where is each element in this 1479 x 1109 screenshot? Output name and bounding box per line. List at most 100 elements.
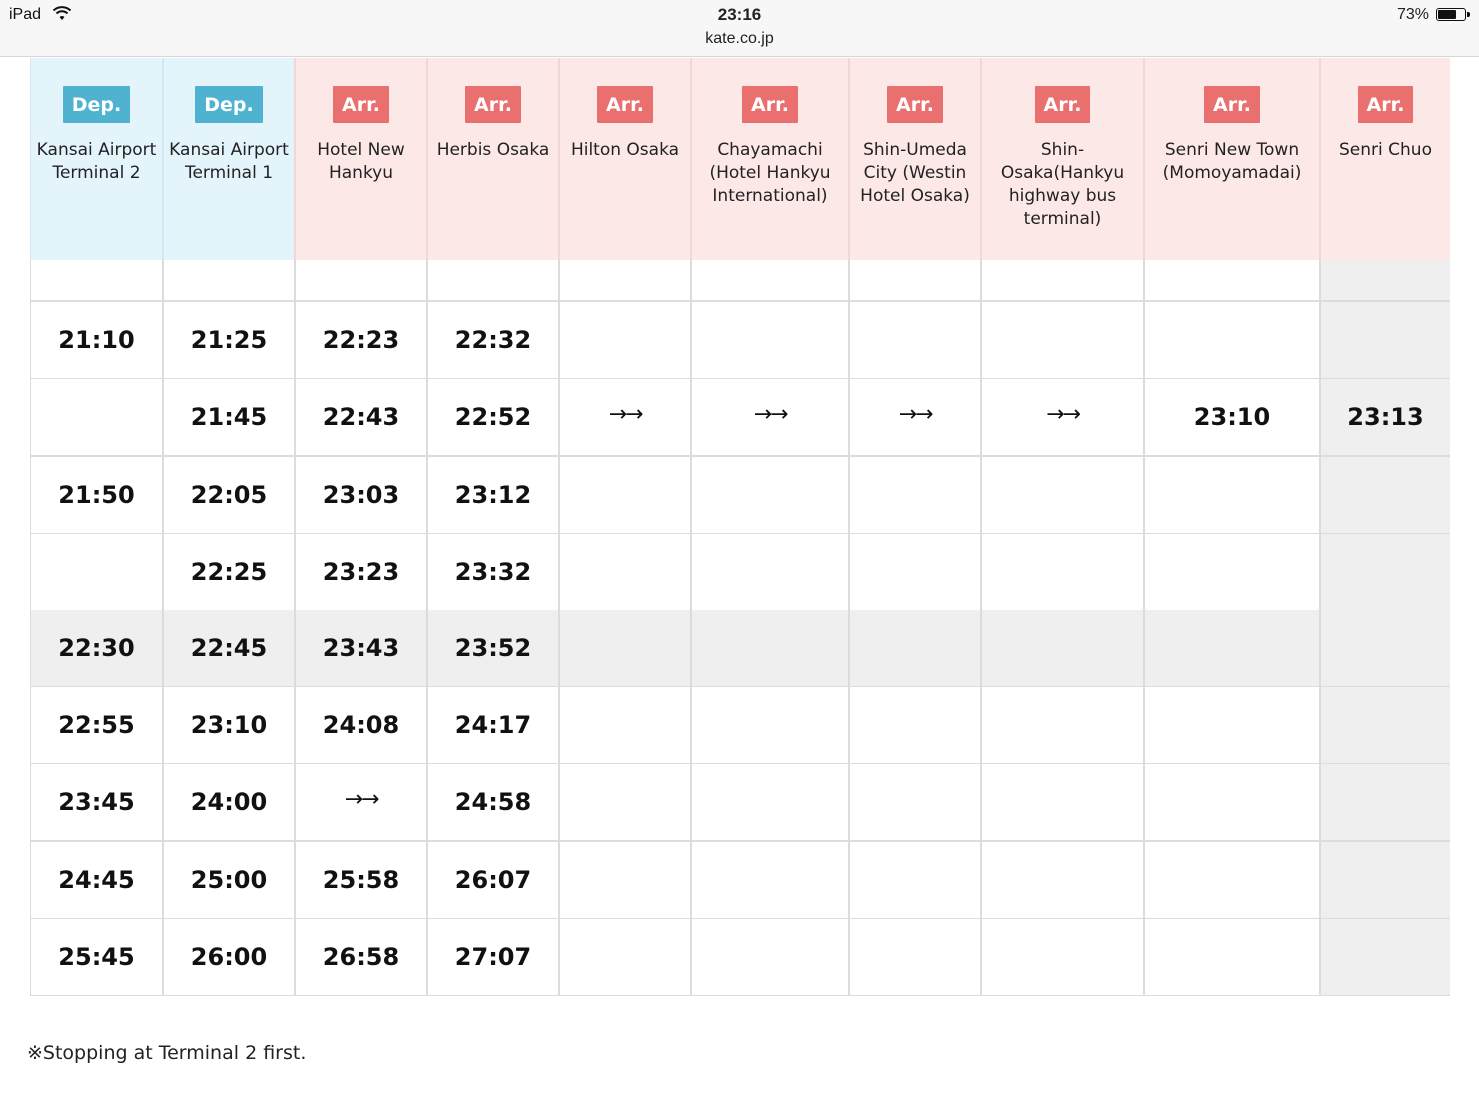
table-cell [980, 687, 1143, 763]
battery-icon [1436, 8, 1470, 21]
table-cell: 23:52 [426, 610, 558, 686]
time-value: 22:52 [454, 403, 532, 431]
time-value: 22:25 [190, 558, 268, 586]
table-cell: 23:45 [30, 764, 162, 840]
table-cell [1319, 842, 1450, 918]
table-cell: 25:45 [30, 919, 162, 995]
time-value: 24:08 [322, 711, 400, 739]
table-cell [848, 457, 980, 533]
battery-percent: 73% [1397, 6, 1430, 23]
table-cell [1143, 687, 1319, 763]
table-cell [1319, 610, 1450, 686]
time-value: 24:17 [454, 711, 532, 739]
table-row: 25:45 26:00 26:58 27:07 [30, 919, 1450, 996]
table-cell: 22:05 [162, 457, 294, 533]
table-cell: 23:10 [1143, 379, 1319, 455]
time-value: 24:00 [190, 788, 268, 816]
address-bar[interactable]: kate.co.jp [0, 30, 1479, 48]
table-cell [690, 302, 848, 378]
arrival-badge: Arr. [1357, 86, 1414, 123]
time-value: 25:00 [190, 866, 268, 894]
table-cell: 27:07 [426, 919, 558, 995]
timetable: 21:0522:0322:12→→→→→→22:2621:1021:2522:2… [30, 58, 1450, 996]
arrival-badge: Arr. [1034, 86, 1091, 123]
table-cell: 22:32 [426, 302, 558, 378]
arrival-badge: Arr. [465, 86, 521, 123]
column-header-5: Arr. Hilton Osaka [558, 58, 690, 260]
table-cell [1319, 919, 1450, 995]
column-header-8: Arr. Shin-Osaka(Hankyu highway bus termin… [980, 58, 1143, 260]
table-row: 22:30 22:45 23:43 23:52 [30, 610, 1450, 688]
table-cell: 24:58 [426, 764, 558, 840]
time-value: 23:13 [1347, 403, 1424, 431]
time-value: 22:23 [322, 326, 400, 354]
table-cell [980, 302, 1143, 378]
departure-badge: Dep. [195, 86, 263, 123]
table-cell: 26:07 [426, 842, 558, 918]
table-cell [558, 842, 690, 918]
stop-name: Senri Chuo [1339, 140, 1432, 160]
table-cell [558, 919, 690, 995]
table-cell [30, 534, 162, 610]
time-value: 26:00 [190, 943, 268, 971]
table-row: 21:45 22:43 22:52 →→ →→ →→ →→ 23:10 23:13 [30, 379, 1450, 457]
column-header-1: Dep. Kansai Airport Terminal 2 [30, 58, 162, 260]
table-row: 24:45 25:00 25:58 26:07 [30, 842, 1450, 920]
timetable-header: Dep. Kansai Airport Terminal 2 Dep. Kansai … [30, 58, 1450, 260]
table-cell: 22:43 [294, 379, 426, 455]
table-cell [1319, 687, 1450, 763]
arrival-badge: Arr. [333, 86, 389, 123]
table-cell [1143, 610, 1319, 686]
table-cell [980, 919, 1143, 995]
time-value: 26:58 [322, 943, 400, 971]
table-row: 21:50 22:05 23:03 23:12 [30, 457, 1450, 535]
time-value: 24:58 [454, 788, 532, 816]
pass-through-arrow-icon: →→ [1046, 401, 1081, 427]
column-header-7: Arr. Shin-Umeda City (Westin Hotel Osaka) [848, 58, 980, 260]
pass-through-arrow-icon: →→ [608, 401, 644, 427]
table-cell [1143, 534, 1319, 610]
stop-name: Kansai Airport Terminal 2 [36, 140, 157, 183]
table-cell [848, 919, 980, 995]
table-cell: 23:23 [294, 534, 426, 610]
table-cell [1319, 534, 1450, 610]
table-cell [558, 302, 690, 378]
arrival-badge: Arr. [887, 86, 943, 123]
table-cell [690, 919, 848, 995]
stop-name: Herbis Osaka [436, 140, 550, 160]
time-value: 23:12 [454, 481, 532, 509]
table-cell: →→ [980, 379, 1143, 455]
time-value: 22:30 [58, 634, 135, 662]
table-cell [848, 610, 980, 686]
table-cell [848, 764, 980, 840]
table-cell: 24:45 [30, 842, 162, 918]
table-cell [690, 610, 848, 686]
departure-badge: Dep. [62, 86, 131, 123]
table-row: 22:55 23:10 24:08 24:17 [30, 687, 1450, 765]
time-value: 23:10 [1193, 403, 1271, 431]
table-cell [1143, 457, 1319, 533]
table-cell: 23:10 [162, 687, 294, 763]
table-cell: 21:25 [162, 302, 294, 378]
table-cell: 24:00 [162, 764, 294, 840]
table-cell [980, 764, 1143, 840]
column-header-9: Arr. Senri New Town (Momoyamadai) [1143, 58, 1319, 260]
table-cell: →→ [558, 379, 690, 455]
table-cell [848, 687, 980, 763]
table-cell [558, 534, 690, 610]
table-cell [1319, 457, 1450, 533]
time-value: 23:10 [190, 711, 268, 739]
time-value: 23:03 [322, 481, 400, 509]
pass-through-arrow-icon: →→ [344, 786, 380, 812]
table-cell: 25:00 [162, 842, 294, 918]
time-value: 24:45 [58, 866, 135, 894]
table-cell: 22:55 [30, 687, 162, 763]
table-cell [30, 379, 162, 455]
table-cell: 21:45 [162, 379, 294, 455]
table-cell: 22:30 [30, 610, 162, 686]
table-cell: 22:45 [162, 610, 294, 686]
arrival-badge: Arr. [597, 86, 653, 123]
arrival-badge: Arr. [1204, 86, 1260, 123]
table-cell: 26:00 [162, 919, 294, 995]
stop-name: Kansai Airport Terminal 1 [169, 140, 289, 183]
